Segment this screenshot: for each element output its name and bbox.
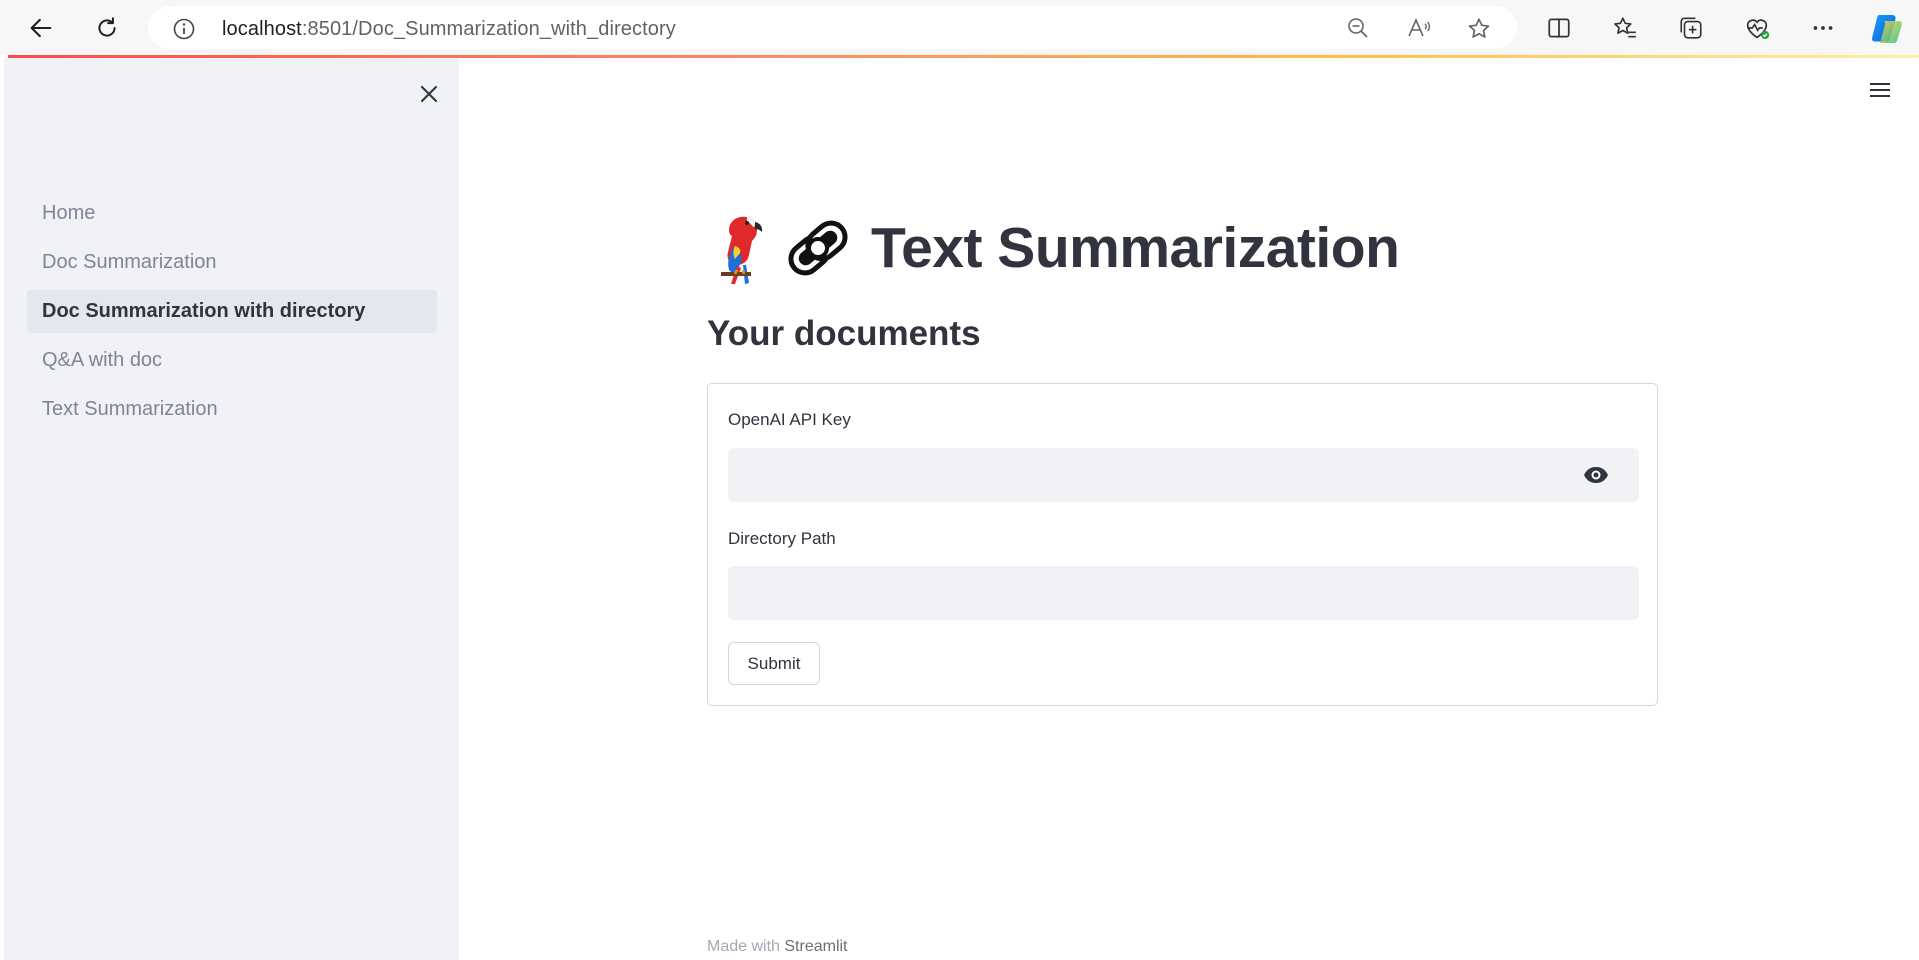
sidebar-close-button[interactable] (415, 80, 443, 108)
favorites-icon[interactable] (1611, 14, 1639, 42)
parrot-icon (707, 210, 777, 286)
document-form: OpenAI API Key Directory Path Submit (707, 383, 1658, 706)
close-icon (420, 85, 438, 103)
section-heading: Your documents (707, 314, 981, 353)
url-text: localhost:8501/Doc_Summarization_with_di… (222, 18, 676, 41)
chain-link-icon (783, 210, 853, 286)
sidebar-item-doc-summarization[interactable]: Doc Summarization (27, 241, 437, 284)
sidebar-item-home[interactable]: Home (27, 192, 437, 235)
split-screen-icon[interactable] (1545, 14, 1573, 42)
back-button[interactable] (21, 8, 61, 48)
footer: Made with Streamlit (707, 938, 848, 956)
back-arrow-icon (30, 18, 52, 38)
footer-prefix: Made with (707, 938, 780, 955)
hamburger-icon (1870, 83, 1890, 97)
browser-essentials-icon[interactable] (1743, 14, 1771, 42)
url-path: :8501/Doc_Summarization_with_directory (301, 18, 676, 40)
more-options-icon[interactable] (1809, 14, 1837, 42)
page-title-text: Text Summarization (871, 216, 1400, 280)
collections-icon[interactable] (1677, 14, 1705, 42)
submit-button[interactable]: Submit (728, 642, 820, 685)
main-menu-button[interactable] (1866, 78, 1894, 102)
sidebar: Home Doc Summarization Doc Summarization… (4, 58, 459, 960)
directory-path-label: Directory Path (728, 529, 836, 548)
sidebar-item-doc-summarization-with-directory[interactable]: Doc Summarization with directory (27, 290, 437, 333)
sidebar-item-qa-with-doc[interactable]: Q&A with doc (27, 339, 437, 382)
api-key-input[interactable] (728, 448, 1639, 502)
refresh-icon (98, 17, 116, 37)
browser-toolbar: localhost:8501/Doc_Summarization_with_di… (0, 0, 1919, 55)
refresh-button[interactable] (87, 8, 127, 48)
api-key-label: OpenAI API Key (728, 410, 851, 429)
read-aloud-icon[interactable] (1406, 16, 1431, 40)
url-host: localhost (222, 18, 302, 40)
site-info-icon[interactable] (172, 17, 196, 46)
copilot-icon[interactable] (1870, 11, 1904, 45)
show-password-icon[interactable] (1582, 463, 1610, 487)
page-title: Text Summarization (707, 208, 1400, 288)
favorite-star-icon[interactable] (1466, 16, 1490, 40)
sidebar-item-text-summarization[interactable]: Text Summarization (27, 388, 437, 431)
address-bar[interactable]: localhost:8501/Doc_Summarization_with_di… (148, 6, 1517, 49)
zoom-out-icon[interactable] (1346, 16, 1370, 40)
directory-path-input[interactable] (728, 566, 1639, 620)
sidebar-nav: Home Doc Summarization Doc Summarization… (27, 192, 437, 437)
streamlit-link[interactable]: Streamlit (784, 938, 847, 955)
